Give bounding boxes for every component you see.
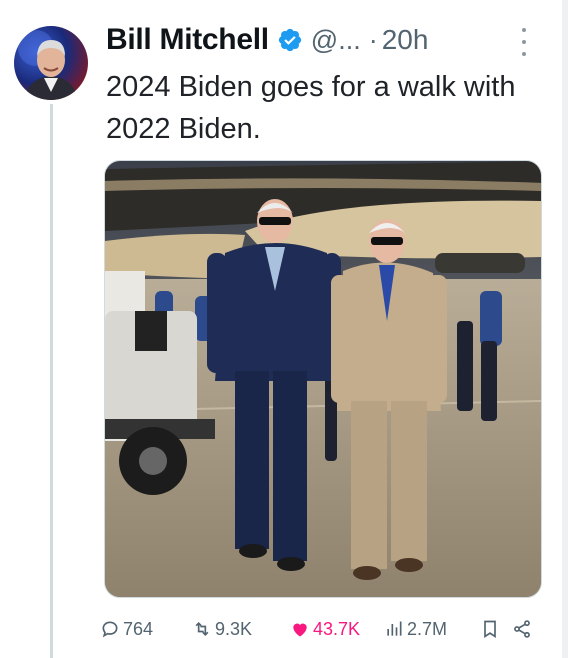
author-display-name[interactable]: Bill Mitchell	[106, 23, 269, 57]
heart-icon	[293, 623, 307, 637]
action-bar: 764 9.3K 43.7K 2.7M	[100, 612, 540, 646]
frame-edge	[562, 0, 568, 658]
retweet-button[interactable]: 9.3K	[192, 612, 252, 646]
photo-icon	[105, 161, 541, 597]
reply-icon	[102, 621, 118, 638]
timestamp[interactable]: 20h	[382, 24, 429, 56]
thread-line	[50, 104, 53, 658]
like-count: 43.7K	[313, 618, 361, 639]
header-separator: ·	[368, 24, 378, 55]
views-icon	[387, 621, 402, 636]
share-button[interactable]	[512, 612, 535, 646]
tweet-text: 2024 Biden goes for a walk with 2022 Bid…	[106, 71, 516, 145]
profile-photo-icon	[18, 30, 78, 100]
like-button[interactable]: 43.7K	[290, 612, 360, 646]
author-handle[interactable]: @...	[311, 25, 361, 56]
verified-badge-icon	[278, 28, 301, 52]
bookmark-icon	[484, 620, 496, 639]
author-avatar[interactable]	[14, 26, 88, 100]
reply-count: 764	[123, 618, 154, 639]
share-icon	[514, 620, 530, 638]
more-options-icon[interactable]	[518, 28, 530, 56]
view-count: 2.7M	[407, 618, 448, 639]
retweet-count: 9.3K	[215, 618, 253, 639]
bookmark-button[interactable]	[480, 612, 503, 646]
tweet-header: Bill Mitchell @... · 20h	[106, 20, 428, 60]
views-button[interactable]: 2.7M	[384, 612, 447, 646]
tweet-media[interactable]	[104, 160, 542, 598]
retweet-icon	[195, 621, 209, 637]
reply-button[interactable]: 764	[100, 612, 153, 646]
